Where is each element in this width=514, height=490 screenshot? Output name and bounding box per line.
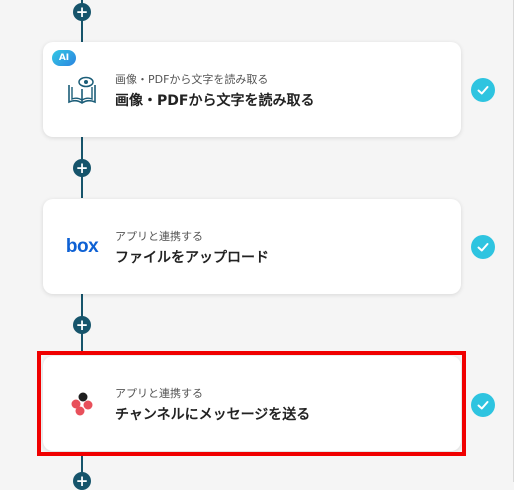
step-card-send-message[interactable]: アプリと連携する チャンネルにメッセージを送る: [43, 356, 461, 451]
add-step-button[interactable]: +: [73, 3, 91, 21]
step-card-ocr[interactable]: AI 画像・PDFから文字を読み取る 画像・PDFから文字を読み取る: [43, 42, 461, 137]
step-title: チャンネルにメッセージを送る: [115, 407, 311, 423]
add-step-button[interactable]: +: [73, 472, 91, 490]
step-title: 画像・PDFから文字を読み取る: [115, 93, 315, 109]
step-card-box-upload[interactable]: box アプリと連携する ファイルをアップロード: [43, 199, 461, 294]
step-subtitle: 画像・PDFから文字を読み取る: [115, 73, 269, 86]
box-logo-icon: box: [65, 230, 99, 264]
checkmark-icon: [471, 78, 495, 102]
chat-app-logo-icon: [65, 387, 99, 421]
checkmark-icon: [471, 393, 495, 417]
add-step-button[interactable]: +: [73, 159, 91, 177]
box-logo-text: box: [65, 236, 99, 257]
add-step-button[interactable]: +: [73, 316, 91, 334]
ai-badge: AI: [52, 50, 76, 66]
step-subtitle: アプリと連携する: [115, 230, 203, 243]
book-eye-icon: [65, 73, 99, 107]
step-subtitle: アプリと連携する: [115, 387, 203, 400]
checkmark-icon: [471, 235, 495, 259]
step-title: ファイルをアップロード: [115, 250, 269, 266]
